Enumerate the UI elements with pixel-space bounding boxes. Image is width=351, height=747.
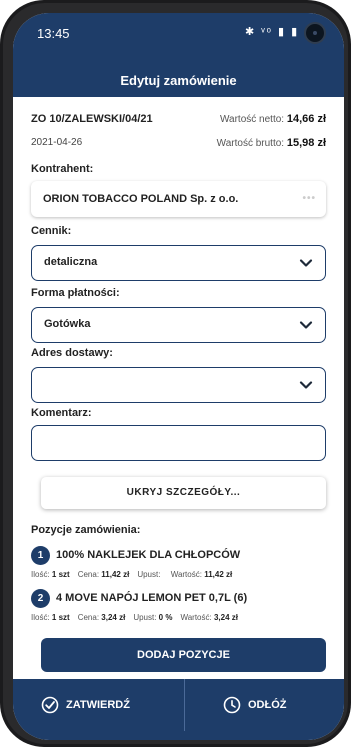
positions-label: Pozycje zamówienia:: [31, 524, 141, 536]
status-icons: ✱ ᵛᵒ ▮ ▮: [245, 26, 300, 38]
item-number: 1: [31, 546, 50, 565]
chevron-down-icon: [299, 381, 313, 389]
confirm-label: ZATWIERDŹ: [66, 699, 130, 711]
net-value: Wartość netto: 14,66 zł: [219, 113, 326, 125]
phone-frame: 13:45 ✱ ᵛᵒ ▮ ▮ Edytuj zamówienie ZO 10/Z…: [0, 0, 351, 747]
delivery-select[interactable]: [31, 367, 326, 403]
divider: [184, 679, 185, 731]
item-name[interactable]: 100% NAKLEJEK DLA CHŁOPCÓW: [56, 549, 240, 561]
postpone-button[interactable]: ODŁÓŻ: [223, 679, 333, 731]
price-list-value: detaliczna: [44, 256, 98, 268]
add-position-button[interactable]: DODAJ POZYCJE: [41, 638, 326, 672]
page-title: Edytuj zamówienie: [13, 65, 344, 97]
item-number: 2: [31, 589, 50, 608]
comment-input[interactable]: [31, 425, 326, 461]
price-list-label: Cennik:: [31, 225, 72, 237]
item-name[interactable]: 4 MOVE NAPÓJ LEMON PET 0,7L (6): [56, 592, 247, 604]
more-icon[interactable]: •••: [302, 181, 316, 217]
order-number: ZO 10/ZALEWSKI/04/21: [31, 113, 153, 125]
hide-details-button[interactable]: UKRYJ SZCZEGÓŁY...: [41, 477, 326, 509]
screen: 13:45 ✱ ᵛᵒ ▮ ▮ Edytuj zamówienie ZO 10/Z…: [13, 13, 344, 740]
chevron-down-icon: [299, 321, 313, 329]
payment-value: Gotówka: [44, 318, 91, 330]
order-date: 2021-04-26: [31, 137, 83, 148]
price-list-select[interactable]: detaliczna: [31, 245, 326, 281]
check-circle-icon: [41, 696, 59, 714]
order-form: ZO 10/ZALEWSKI/04/21 2021-04-26 Wartość …: [13, 97, 344, 672]
item-meta: Ilość: 1 szt Cena: 3,24 zł Upust: 0 % Warto…: [31, 613, 238, 622]
phone-bezel: 13:45 ✱ ᵛᵒ ▮ ▮ Edytuj zamówienie ZO 10/Z…: [3, 3, 348, 744]
payment-label: Forma płatności:: [31, 287, 120, 299]
chevron-down-icon: [299, 259, 313, 267]
item-meta: Ilość: 1 szt Cena: 11,42 zł Upust: Wartość…: [31, 570, 233, 579]
delivery-label: Adres dostawy:: [31, 347, 113, 359]
comment-label: Komentarz:: [31, 407, 92, 419]
contractor-value: ORION TOBACCO POLAND Sp. z o.o.: [43, 193, 239, 205]
status-time: 13:45: [37, 26, 70, 41]
front-camera: [304, 22, 326, 44]
payment-select[interactable]: Gotówka: [31, 307, 326, 343]
confirm-button[interactable]: ZATWIERDŹ: [41, 679, 171, 731]
clock-icon: [223, 696, 241, 714]
contractor-label: Kontrahent:: [31, 163, 94, 175]
bottom-action-bar: ZATWIERDŹ ODŁÓŻ: [13, 679, 344, 740]
status-bar: 13:45 ✱ ᵛᵒ ▮ ▮: [13, 13, 344, 65]
contractor-field[interactable]: ORION TOBACCO POLAND Sp. z o.o. •••: [31, 181, 326, 217]
postpone-label: ODŁÓŻ: [248, 699, 287, 711]
gross-value: Wartość brutto: 15,98 zł: [216, 137, 326, 149]
